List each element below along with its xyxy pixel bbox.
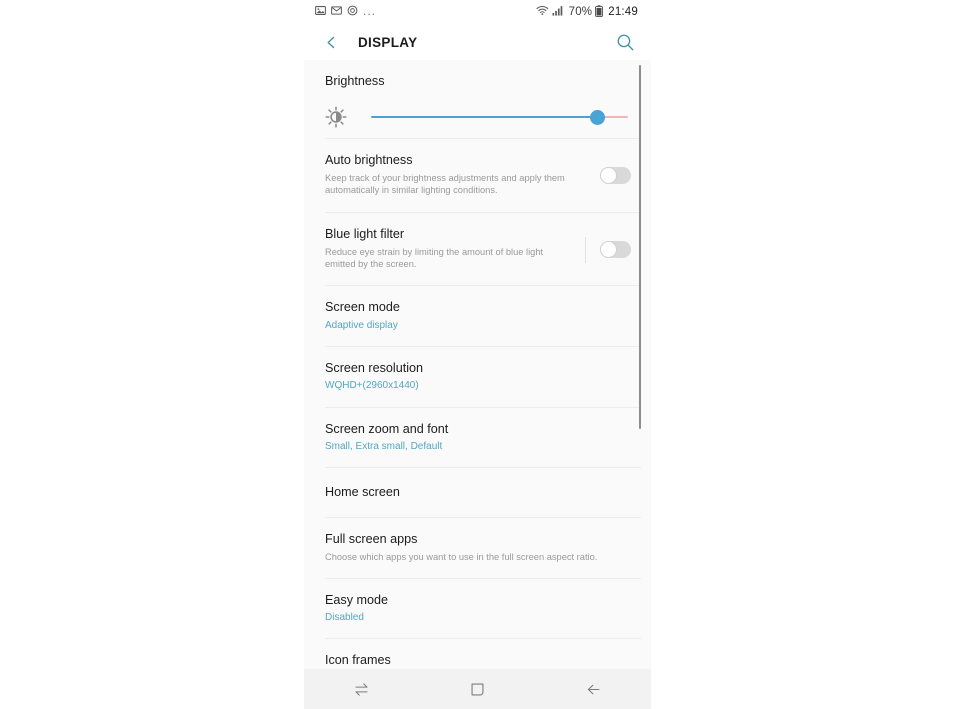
slider-thumb[interactable] [589,109,605,125]
auto-brightness-description: Keep track of your brightness adjustment… [325,173,565,196]
full-screen-apps-title: Full screen apps [325,532,418,547]
switch-knob [600,167,617,185]
easy-mode-title: Easy mode [325,592,388,607]
wifi-icon [536,5,549,19]
row-brightness: Brightness [304,60,651,138]
image-icon [315,3,326,21]
screen-mode-title: Screen mode [325,300,400,315]
back-chevron-icon[interactable] [320,31,342,53]
icon-frames-title: Icon frames [325,653,391,668]
blue-light-filter-title: Blue light filter [325,226,405,241]
brightness-label: Brightness [325,74,385,88]
full-screen-apps-description: Choose which apps you want to use in the… [325,552,598,563]
circle-icon [347,3,358,21]
brightness-slider-row [325,96,631,138]
back-arrow-icon[interactable] [567,669,619,709]
phone-screen: ... 70% 21:49 DISPLAY Brightness Auto br… [304,0,651,709]
screen-resolution-title: Screen resolution [325,361,424,375]
easy-mode-value: Disabled [325,611,364,623]
row-screen-resolution[interactable]: Screen resolution WQHD+(2960x1440) [304,347,651,407]
auto-brightness-switch[interactable] [600,167,631,185]
recents-icon[interactable] [336,669,388,709]
blue-light-filter-description: Reduce eye strain by limiting the amount… [325,246,544,270]
auto-brightness-title: Auto brightness [325,153,413,168]
slider-track-filled [371,116,598,119]
home-icon[interactable] [451,669,503,709]
row-screen-mode[interactable]: Screen mode Adaptive display [304,286,651,346]
row-icon-frames[interactable]: Icon frames Icons with frames [304,639,651,673]
battery-icon [595,4,604,20]
auto-brightness-toggle-area [600,165,631,185]
status-bar: ... 70% 21:49 [304,0,651,24]
home-screen-title: Home screen [325,485,400,500]
status-bar-clock: 21:49 [608,6,638,18]
status-overflow-ellipsis: ... [363,3,377,18]
screen-zoom-and-font-value: Small, Extra small, Default [325,440,443,452]
blue-light-filter-toggle-area [585,235,631,263]
signal-bars-icon [552,5,564,19]
row-full-screen-apps[interactable]: Full screen apps Choose which apps you w… [304,518,651,577]
settings-list[interactable]: Brightness Auto brightness Keep track of… [304,60,651,673]
blue-light-filter-text: Blue light filter Reduce eye strain by l… [325,227,585,271]
auto-brightness-text: Auto brightness Keep track of your brigh… [325,153,600,197]
screenshot-root: ... 70% 21:49 DISPLAY Brightness Auto br… [0,0,960,709]
switch-knob [600,241,617,259]
screen-resolution-value: WQHD+(2960x1440) [325,380,419,392]
vertical-divider [585,236,586,263]
row-easy-mode[interactable]: Easy mode Disabled [304,579,651,639]
status-bar-system: 70% 21:49 [536,4,638,20]
navigation-bar [304,669,651,709]
status-bar-notifications: ... [315,3,376,21]
row-blue-light-filter[interactable]: Blue light filter Reduce eye strain by l… [304,213,651,286]
screen-zoom-and-font-title: Screen zoom and font [325,421,449,436]
row-home-screen[interactable]: Home screen [304,468,651,517]
battery-percentage: 70% [568,6,593,18]
row-auto-brightness[interactable]: Auto brightness Keep track of your brigh… [304,139,651,212]
page-title: DISPLAY [358,34,418,50]
title-bar: DISPLAY [304,24,651,60]
blue-light-filter-switch[interactable] [600,241,631,259]
brightness-slider[interactable] [371,107,628,127]
mail-icon [331,3,342,21]
search-icon[interactable] [613,30,637,54]
row-screen-zoom-and-font[interactable]: Screen zoom and font Small, Extra small,… [304,408,651,468]
brightness-sun-icon [325,106,347,128]
screen-mode-value: Adaptive display [325,319,398,331]
